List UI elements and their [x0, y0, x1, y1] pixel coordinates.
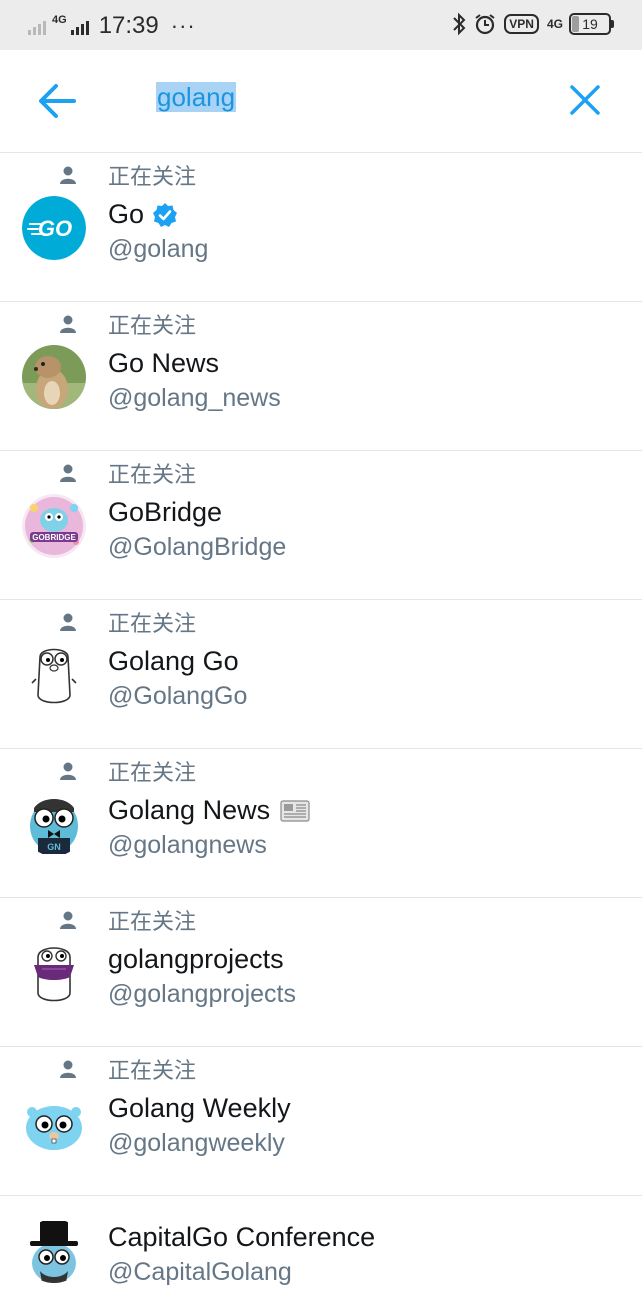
- display-name-text: Golang Go: [108, 646, 239, 676]
- avatar[interactable]: [22, 941, 86, 1005]
- display-name: Golang Go: [108, 646, 239, 677]
- display-name: Golang Weekly: [108, 1093, 291, 1124]
- following-indicator: 正在关注: [58, 904, 196, 936]
- display-name-text: GoBridge: [108, 497, 223, 527]
- following-label: 正在关注: [108, 612, 197, 637]
- display-name: CapitalGo Conference: [108, 1222, 375, 1253]
- person-icon: [60, 315, 76, 333]
- user-result-row[interactable]: CapitalGo Conference @CapitalGolang: [0, 1196, 642, 1306]
- following-indicator: 正在关注: [58, 159, 196, 191]
- person-icon: [60, 166, 76, 184]
- following-label: 正在关注: [108, 314, 197, 339]
- display-name: Go News: [108, 348, 219, 379]
- following-indicator: 正在关注: [58, 1053, 196, 1085]
- back-arrow-icon[interactable]: [34, 78, 80, 124]
- svg-text:GOBRIDGE: GOBRIDGE: [32, 533, 76, 542]
- svg-text:GN: GN: [47, 842, 61, 852]
- avatar[interactable]: GOBRIDGE: [22, 494, 86, 558]
- search-query-text[interactable]: golang: [156, 82, 237, 112]
- user-result-row[interactable]: 正在关注 Golang Weekly @golangweekly: [0, 1047, 642, 1196]
- svg-text:GO: GO: [38, 216, 72, 241]
- search-input[interactable]: golang: [156, 82, 237, 113]
- vpn-badge: VPN: [504, 14, 539, 34]
- display-name-text: Golang Weekly: [108, 1093, 291, 1123]
- person-icon: [60, 613, 76, 631]
- person-icon: [60, 762, 76, 780]
- avatar[interactable]: [22, 643, 86, 707]
- username-handle: @golangnews: [108, 831, 267, 859]
- username-handle: @golang: [108, 235, 209, 263]
- person-icon: [60, 911, 76, 929]
- display-name: GoBridge: [108, 497, 222, 528]
- alarm-icon: [475, 14, 495, 35]
- battery-icon: 19: [569, 13, 614, 35]
- following-indicator: 正在关注: [58, 755, 196, 787]
- avatar[interactable]: [22, 345, 86, 409]
- display-name-text: Golang News: [108, 795, 271, 825]
- person-icon: [60, 464, 76, 482]
- username-handle: @golangprojects: [108, 980, 296, 1008]
- battery-level: 19: [582, 16, 598, 32]
- display-name: Golang News: [108, 795, 310, 826]
- display-name-text: golangprojects: [108, 944, 284, 974]
- user-result-row[interactable]: 正在关注 GO Go @golang: [0, 153, 642, 302]
- status-left: 4G 17:39 ···: [28, 12, 196, 40]
- clear-search-icon[interactable]: [565, 80, 605, 120]
- following-label: 正在关注: [108, 463, 197, 488]
- following-label: 正在关注: [108, 761, 197, 786]
- display-name: Go: [108, 199, 178, 230]
- username-handle: @golang_news: [108, 384, 281, 412]
- avatar[interactable]: GO: [22, 196, 86, 260]
- username-handle: @GolangGo: [108, 682, 248, 710]
- user-result-row[interactable]: 正在关注 GN Golang News @golangnews: [0, 749, 642, 898]
- user-result-row[interactable]: 正在关注 Golang Go @GolangGo: [0, 600, 642, 749]
- status-right: VPN 4G 19: [452, 12, 614, 36]
- signal-icon-sim1: [28, 17, 46, 35]
- network-type-2: 4G: [546, 17, 563, 31]
- following-label: 正在关注: [108, 165, 197, 190]
- user-result-row[interactable]: 正在关注 Go News @golang_news: [0, 302, 642, 451]
- more-notifications-icon: ···: [170, 13, 196, 38]
- username-handle: @GolangBridge: [108, 533, 287, 561]
- verified-badge-icon: [153, 202, 178, 227]
- signal-icon-sim2: [70, 17, 89, 35]
- newspaper-icon: [280, 799, 310, 822]
- search-header: golang: [0, 50, 642, 153]
- following-indicator: 正在关注: [58, 606, 196, 638]
- avatar[interactable]: [22, 1090, 86, 1154]
- display-name: golangprojects: [108, 944, 284, 975]
- status-bar: 4G 17:39 ··· VPN 4G 19: [0, 0, 642, 50]
- bluetooth-icon: [453, 12, 466, 36]
- display-name-text: CapitalGo Conference: [108, 1222, 376, 1252]
- user-result-row[interactable]: 正在关注 golangprojects @golangprojects: [0, 898, 642, 1047]
- following-indicator: 正在关注: [58, 308, 196, 340]
- clock: 17:39: [98, 12, 159, 39]
- network-type: 4G: [52, 14, 67, 26]
- avatar[interactable]: GN: [22, 792, 86, 856]
- display-name-text: Go News: [108, 348, 220, 378]
- person-icon: [60, 1060, 76, 1078]
- display-name-text: Go: [108, 199, 145, 229]
- avatar[interactable]: [22, 1219, 86, 1283]
- username-handle: @CapitalGolang: [108, 1258, 292, 1286]
- user-results-list: 正在关注 GO Go @golang 正在关注 Go News @golang_…: [0, 153, 642, 1306]
- following-label: 正在关注: [108, 1059, 197, 1084]
- username-handle: @golangweekly: [108, 1129, 285, 1157]
- following-label: 正在关注: [108, 910, 197, 935]
- following-indicator: 正在关注: [58, 457, 196, 489]
- user-result-row[interactable]: 正在关注 GOBRIDGE GoBridge @GolangBridge: [0, 451, 642, 600]
